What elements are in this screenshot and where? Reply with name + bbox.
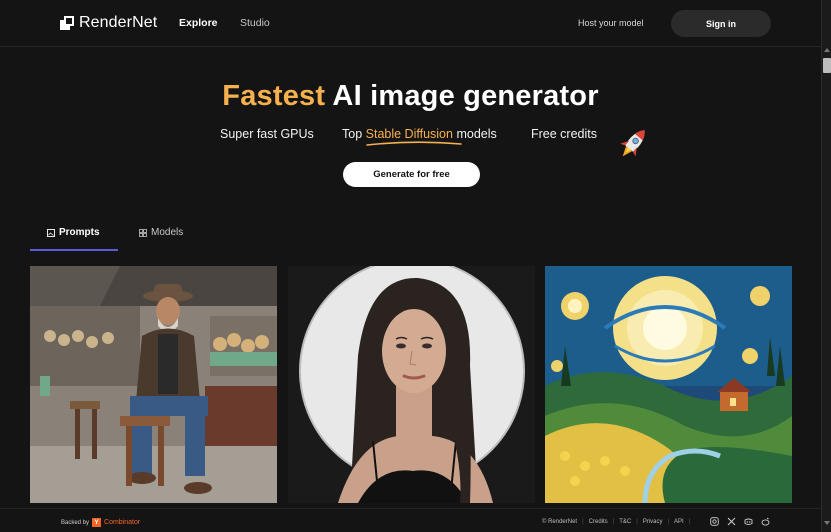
portrait-image	[288, 266, 535, 503]
hero-title-rest: AI image generator	[332, 80, 599, 112]
tab-prompts-label: Prompts	[59, 227, 100, 238]
sign-in-button[interactable]: Sign in	[671, 10, 771, 37]
generate-for-free-button[interactable]: Generate for free	[343, 162, 480, 187]
social-links	[710, 517, 770, 526]
nav-explore[interactable]: Explore	[179, 17, 218, 29]
copyright-text: © RenderNet	[542, 519, 578, 525]
hero-title-accent: Fastest	[222, 80, 326, 112]
x-twitter-icon[interactable]	[727, 517, 736, 526]
footer: Backed by Y Combinator © RenderNet | Cre…	[0, 508, 821, 532]
tab-models[interactable]: Models	[139, 227, 183, 251]
gallery-card-portrait[interactable]	[288, 266, 535, 503]
gallery-card-market-vendor[interactable]	[30, 266, 277, 503]
footer-links: © RenderNet | Credits | T&C | Privacy | …	[542, 519, 690, 525]
rocket-icon	[620, 130, 645, 157]
footer-separator: |	[612, 519, 615, 525]
footer-separator: |	[667, 519, 670, 525]
brand-logo[interactable]: RenderNet	[60, 14, 157, 32]
scroll-thumb[interactable]	[823, 58, 831, 73]
feature-list: Super fast GPUs Top Stable Diffusion mod…	[0, 127, 821, 147]
footer-separator: |	[636, 519, 638, 525]
host-model-link[interactable]: Host your model	[578, 18, 644, 28]
instagram-icon[interactable]	[710, 517, 719, 526]
page-scrollbar[interactable]	[821, 0, 831, 532]
tab-prompts[interactable]: Prompts	[30, 227, 118, 251]
tab-models-label: Models	[151, 227, 184, 238]
backed-by-label: Backed by	[61, 519, 90, 526]
scroll-down-arrow-icon[interactable]	[824, 521, 830, 525]
scroll-up-arrow-icon[interactable]	[824, 48, 830, 52]
y-combinator-logo-icon: Y	[92, 518, 102, 527]
discord-icon[interactable]	[744, 517, 753, 526]
rendernet-logo-icon	[60, 16, 74, 30]
hero-title: Fastest AI image generator	[0, 80, 821, 113]
feature-suffix: models	[456, 127, 497, 141]
footer-separator: |	[582, 519, 584, 525]
reddit-icon[interactable]	[761, 517, 770, 526]
image-icon	[47, 229, 55, 237]
gallery-card-starry-landscape[interactable]	[545, 266, 792, 503]
brand-name: RenderNet	[79, 14, 158, 31]
footer-link-credits[interactable]: Credits	[589, 519, 608, 525]
grid-icon	[139, 229, 147, 237]
feature-free-credits: Free credits	[531, 127, 597, 141]
feature-fast-gpus: Super fast GPUs	[220, 127, 314, 141]
footer-separator: |	[688, 519, 691, 525]
starry-landscape-image	[545, 266, 792, 503]
footer-link-api[interactable]: API	[674, 519, 684, 525]
nav-studio[interactable]: Studio	[240, 17, 270, 29]
top-navbar: RenderNet Explore Studio Host your model…	[0, 0, 821, 47]
feature-stable-diffusion: Top Stable Diffusion models	[342, 127, 497, 141]
feature-highlight: Stable Diffusion	[365, 127, 453, 141]
market-vendor-image	[30, 266, 277, 503]
highlight-underline-icon	[366, 141, 462, 146]
footer-link-privacy[interactable]: Privacy	[643, 519, 663, 525]
backed-by-yc[interactable]: Backed by Y Combinator	[61, 518, 140, 527]
footer-link-terms[interactable]: T&C	[619, 519, 631, 525]
feature-prefix: Top	[342, 127, 363, 141]
y-combinator-name: Combinator	[104, 519, 141, 526]
